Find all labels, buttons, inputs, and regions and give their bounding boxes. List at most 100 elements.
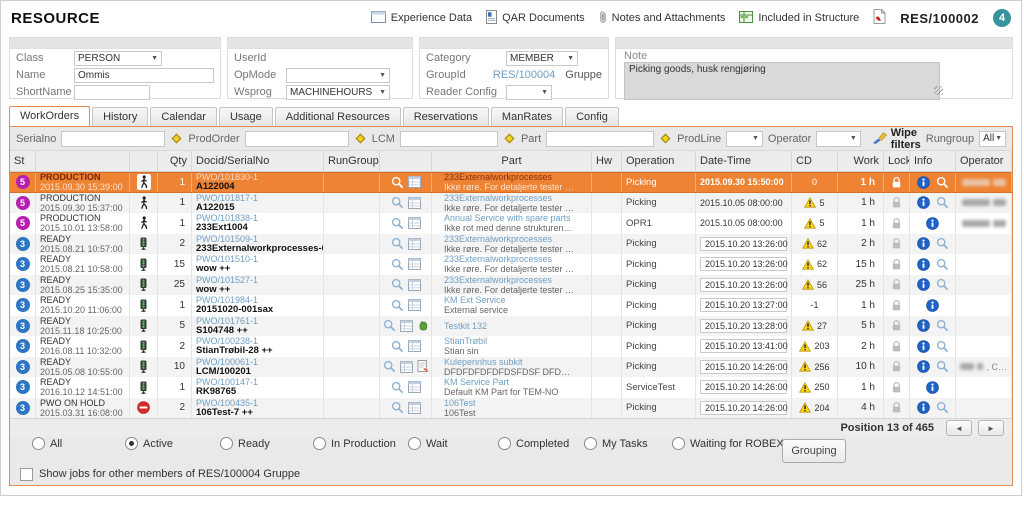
included-in-structure-button[interactable]: Included in Structure [739,11,859,26]
col-info[interactable]: Info [910,151,956,171]
info-icon[interactable] [917,278,930,291]
search-icon[interactable] [936,258,949,271]
col-lock[interactable]: Lock [884,151,910,171]
col-qty[interactable]: Qty [158,151,192,171]
tab-manrates[interactable]: ManRates [491,107,563,126]
col-work[interactable]: Work [838,151,884,171]
col-operator[interactable]: Operator [956,151,1012,171]
details-icon[interactable] [408,299,421,311]
datetime-cell[interactable]: 2015.10.20 13:41:00 [696,336,792,357]
search-icon[interactable] [936,278,949,291]
lock-icon[interactable] [891,319,902,332]
part-link[interactable]: Testkit 132 [444,321,587,331]
grouping-button[interactable]: Grouping [782,439,846,463]
part-link[interactable]: 233Externalworkprocesses [444,234,587,244]
pdf-export-button[interactable] [873,9,886,27]
tab-calendar[interactable]: Calendar [150,107,217,126]
resize-handle[interactable] [934,86,943,95]
search-icon[interactable] [391,176,404,189]
part-link[interactable]: 106Test [444,398,587,408]
lock-icon[interactable] [891,176,902,189]
part-link[interactable]: 233Externalworkprocesses [444,254,587,264]
col-operation[interactable]: Operation [622,151,696,171]
operator-select[interactable]: ▼ [816,131,860,147]
search-icon[interactable] [391,340,404,353]
table-row[interactable]: 3READY2015.08.25 15:35:0025PWO/101527-1w… [10,275,1012,296]
table-row[interactable]: 3READY2015.08.21 10:57:002PWO/101509-123… [10,234,1012,255]
search-icon[interactable] [936,237,949,250]
category-select[interactable]: MEMBER▼ [506,51,578,66]
lock-icon[interactable] [891,299,902,312]
search-icon[interactable] [936,340,949,353]
table-row[interactable]: 3READY2016.10.12 14:51:001PWO/100147-1RK… [10,377,1012,398]
datetime-cell[interactable]: 2015.10.20 13:26:00 [696,234,792,255]
prodline-select[interactable]: ▼ [726,131,763,147]
part-link[interactable]: KM Ext Service [444,295,587,305]
lock-icon[interactable] [891,340,902,353]
lock-icon[interactable] [891,381,902,394]
lock-icon[interactable] [891,237,902,250]
table-row[interactable]: 5PRODUCTION2015.10.01 13:58:001PWO/10183… [10,213,1012,234]
col-docid[interactable]: Docid/SerialNo [192,151,324,171]
col-st[interactable]: St [10,151,36,171]
hand-icon[interactable] [417,320,429,332]
search-icon[interactable] [391,278,404,291]
search-icon[interactable] [936,360,949,373]
details-icon[interactable] [408,238,421,250]
tab-history[interactable]: History [92,107,148,126]
info-icon[interactable] [917,401,930,414]
radio-wait[interactable]: Wait [408,437,448,450]
col-cd[interactable]: CD [792,151,838,171]
part-link[interactable]: StianTrøbil [444,336,587,346]
info-icon[interactable] [917,237,930,250]
search-icon[interactable] [936,196,949,209]
info-icon[interactable] [917,176,930,189]
name-field[interactable] [74,68,214,83]
datetime-cell[interactable]: 2015.10.20 14:26:00 [696,377,792,398]
diamond-go-icon[interactable] [505,134,515,144]
note-icon[interactable] [417,360,429,373]
details-icon[interactable] [408,340,421,352]
search-icon[interactable] [936,401,949,414]
search-icon[interactable] [383,319,396,332]
radio-completed[interactable]: Completed [498,437,569,450]
datetime-cell[interactable]: 2015.10.20 13:27:00 [696,295,792,316]
table-row[interactable]: 3READY2015.05.08 10:55:0010PWO/100061-1L… [10,357,1012,378]
details-icon[interactable] [408,176,421,188]
tab-reservations[interactable]: Reservations [403,107,489,126]
details-icon[interactable] [408,381,421,393]
next-page-button[interactable]: ► [978,420,1004,436]
table-row[interactable]: 5PRODUCTION2015.09.30 15:39:001PWO/10183… [10,172,1012,193]
details-icon[interactable] [408,279,421,291]
part-link[interactable]: 233Externalworkprocesses [444,173,587,182]
info-icon[interactable] [917,340,930,353]
diamond-go-icon[interactable] [355,134,365,144]
note-field[interactable]: Picking goods, husk rengjøring [624,62,940,100]
search-icon[interactable] [936,319,949,332]
search-icon[interactable] [391,258,404,271]
info-icon[interactable] [917,360,930,373]
datetime-cell[interactable]: 2015.10.20 14:26:00 [696,398,792,419]
search-icon[interactable] [936,176,949,189]
info-icon[interactable] [917,258,930,271]
radio-in-production[interactable]: In Production [313,437,396,450]
table-row[interactable]: 3PWO ON HOLD2015.03.31 16:08:002PWO/1004… [10,398,1012,419]
search-icon[interactable] [391,237,404,250]
qar-documents-button[interactable]: QAR Documents [486,10,585,27]
part-link[interactable]: Kulepennhus subkit [444,357,587,367]
tab-config[interactable]: Config [565,107,619,126]
lock-icon[interactable] [891,217,902,230]
table-row[interactable]: 3READY2015.10.20 11:06:001PWO/101984-120… [10,295,1012,316]
col-icons[interactable] [380,151,432,171]
part-link[interactable]: KM Service Part [444,377,587,387]
part-link[interactable]: 233Externalworkprocesses [444,275,587,285]
opmode-select[interactable]: ▼ [286,68,390,83]
diamond-go-icon[interactable] [661,134,671,144]
prodorder-filter-input[interactable] [245,131,349,147]
tab-additional-resources[interactable]: Additional Resources [275,107,401,126]
part-filter-input[interactable] [546,131,654,147]
details-icon[interactable] [400,361,413,373]
details-icon[interactable] [408,217,421,229]
search-icon[interactable] [391,299,404,312]
col-rungroup[interactable]: RunGroup [324,151,380,171]
